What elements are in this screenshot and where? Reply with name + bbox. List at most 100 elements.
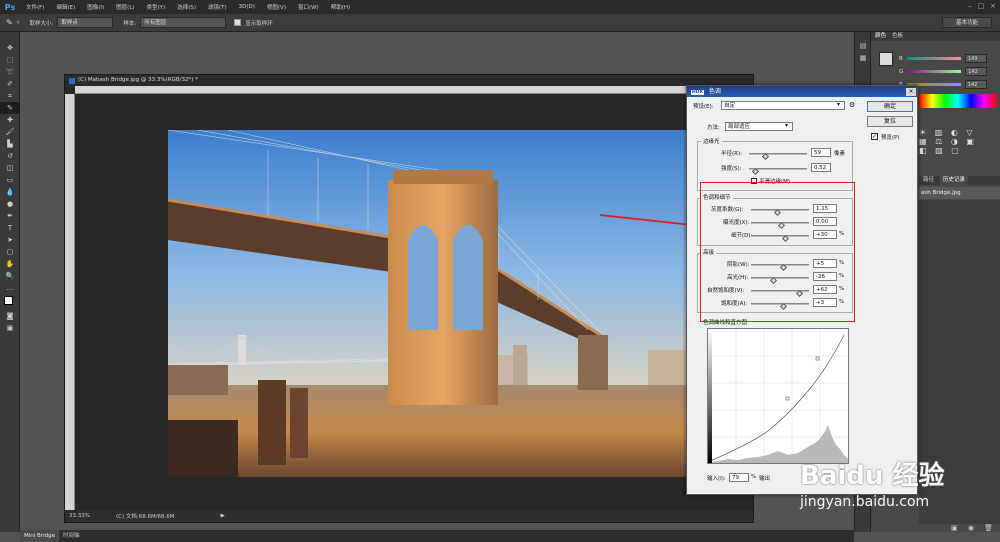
pen-tool-icon[interactable]: ✒ xyxy=(0,210,20,222)
path-select-icon[interactable]: ➤ xyxy=(0,234,20,246)
radius-unit: 像素 xyxy=(834,151,846,157)
adjustment-icons[interactable]: ☀ ▥ ◐ ▽ ▦ ⚖ ◑ ▣ ◧ ▨ ▢ xyxy=(919,128,977,155)
menu-filter[interactable]: 滤镜(T) xyxy=(202,3,233,11)
type-tool-icon[interactable]: T xyxy=(0,222,20,234)
menu-window[interactable]: 窗口(W) xyxy=(292,3,325,11)
menu-layer[interactable]: 图层(L) xyxy=(110,3,140,11)
screen-mode-icon[interactable]: ▣ xyxy=(0,322,20,334)
watermark-url: jingyan.baidu.com xyxy=(800,494,930,510)
status-menu-arrow-icon[interactable]: ▶ xyxy=(221,513,225,519)
g-slider[interactable] xyxy=(907,70,962,73)
preview-label: 预览(P) xyxy=(881,135,900,141)
dialog-close-icon[interactable]: × xyxy=(906,87,916,96)
tab-timeline[interactable]: 时间轴 xyxy=(59,530,84,542)
edge-glow-title[interactable]: 边缘光 xyxy=(701,137,722,145)
method-label: 方法: xyxy=(707,125,720,131)
eyedropper-icon[interactable]: ✎ xyxy=(0,102,20,114)
blur-tool-icon[interactable]: 💧 xyxy=(0,186,20,198)
sample-size-select[interactable]: 取样点 xyxy=(57,17,114,28)
tools-panel: ✥ ⬚ ➰ ✐ ⌗ ✎ ✚ 🖌 ▙ ↺ ◫ ▭ 💧 ● ✒ T ➤ ▢ ✋ 🔍 … xyxy=(0,32,20,532)
history-bottom-icons[interactable]: ▣ ◉ 🗑 xyxy=(951,524,997,532)
history-panel-icon[interactable]: ▤ xyxy=(855,40,871,52)
method-dropdown-arrow-icon[interactable]: ▾ xyxy=(785,122,788,129)
eyedropper-tool-icon[interactable]: ✎ xyxy=(6,18,13,27)
document-tab[interactable]: (C) Mabash Bridge.jpg @ 33.3%(RGB/32*) * xyxy=(65,75,753,86)
preset-options-gear-icon[interactable]: ⚙ xyxy=(849,101,855,109)
radius-value[interactable]: 59 xyxy=(811,148,831,157)
menu-view[interactable]: 视图(V) xyxy=(261,3,292,11)
radius-label: 半径(R): xyxy=(721,151,742,157)
bridge-photo xyxy=(168,130,688,477)
horizontal-ruler[interactable] xyxy=(75,86,753,94)
maximize-icon[interactable]: □ xyxy=(978,2,985,10)
radius-slider[interactable] xyxy=(749,153,807,155)
strength-value[interactable]: 0.52 xyxy=(811,163,831,172)
ps-doc-icon xyxy=(69,77,75,84)
brush-tool-icon[interactable]: 🖌 xyxy=(0,126,20,138)
minimize-icon[interactable]: – xyxy=(968,2,972,10)
menu-help[interactable]: 帮助(H) xyxy=(325,3,356,11)
color-spectrum[interactable] xyxy=(919,94,997,108)
method-select[interactable]: 局部适应 xyxy=(725,122,793,131)
input-unit: % xyxy=(751,474,757,480)
input-label: 输入(I): xyxy=(707,476,726,482)
history-item[interactable]: ash Bridge.jpg xyxy=(919,187,1000,199)
workspace-select[interactable]: 基本功能 xyxy=(942,17,992,28)
move-tool-icon[interactable]: ✥ xyxy=(0,42,20,54)
tab-color[interactable]: 颜色 xyxy=(875,32,886,41)
g-value[interactable]: 142 xyxy=(965,67,988,76)
preset-dropdown-arrow-icon[interactable]: ▾ xyxy=(837,101,840,108)
zoom-level[interactable]: 33.33% xyxy=(69,513,90,519)
eraser-tool-icon[interactable]: ◫ xyxy=(0,162,20,174)
dialog-titlebar[interactable]: HDR 色调 × xyxy=(687,86,917,97)
reset-button[interactable]: 复位 xyxy=(867,116,913,127)
close-icon[interactable]: × xyxy=(990,2,996,10)
hand-tool-icon[interactable]: ✋ xyxy=(0,258,20,270)
output-label: 输出 xyxy=(759,476,771,482)
input-value[interactable]: 79 xyxy=(729,473,749,482)
status-bar: 33.33% (C) 文档:68.6M/68.6M ▶ xyxy=(65,510,753,522)
menu-3d[interactable]: 3D(D) xyxy=(233,4,261,10)
options-bar: ✎ ▾ 取样大小: 取样点 样本: 所有图层 显示取样环 基本功能 xyxy=(0,14,1000,32)
g-label: G xyxy=(899,68,904,75)
photoshop-logo: Ps xyxy=(4,2,16,12)
crop-tool-icon[interactable]: ⌗ xyxy=(0,90,20,102)
tab-paths[interactable]: 路径 xyxy=(923,176,934,185)
vertical-ruler[interactable] xyxy=(65,94,75,510)
properties-panel-icon[interactable]: ▦ xyxy=(855,52,871,64)
sample-select[interactable]: 所有图层 xyxy=(140,17,227,28)
lasso-tool-icon[interactable]: ➰ xyxy=(0,66,20,78)
preview-checkbox[interactable]: ✓ xyxy=(871,133,878,140)
history-panel-tabs: 路径 历史记录 xyxy=(919,176,1000,185)
bottom-panel-bar: Mini Bridge 时间轴 xyxy=(20,530,854,542)
highlight-box xyxy=(700,182,855,322)
r-slider[interactable] xyxy=(906,57,961,60)
preset-select[interactable]: 自定 xyxy=(721,101,845,110)
marquee-tool-icon[interactable]: ⬚ xyxy=(0,54,20,66)
dodge-tool-icon[interactable]: ● xyxy=(0,198,20,210)
ok-button[interactable]: 确定 xyxy=(867,101,913,112)
quick-mask-icon[interactable]: ◙ xyxy=(0,310,20,322)
tab-mini-bridge[interactable]: Mini Bridge xyxy=(20,530,59,542)
menu-edit[interactable]: 编辑(E) xyxy=(50,3,81,11)
tone-curve-graph[interactable] xyxy=(707,328,849,464)
doc-size: (C) 文档:68.6M/68.6M xyxy=(115,514,175,520)
more-tools-icon[interactable]: … xyxy=(0,282,20,294)
menu-image[interactable]: 图像(I) xyxy=(81,3,110,11)
stamp-tool-icon[interactable]: ▙ xyxy=(0,138,20,150)
quick-select-tool-icon[interactable]: ✐ xyxy=(0,78,20,90)
tab-swatches[interactable]: 色板 xyxy=(892,32,903,41)
b-value[interactable]: 142 xyxy=(964,80,987,89)
zoom-tool-icon[interactable]: 🔍 xyxy=(0,270,20,282)
color-swatches[interactable] xyxy=(0,294,19,310)
show-ring-checkbox[interactable] xyxy=(234,19,242,26)
menu-select[interactable]: 选择(S) xyxy=(171,3,202,11)
history-brush-icon[interactable]: ↺ xyxy=(0,150,20,162)
shape-tool-icon[interactable]: ▢ xyxy=(0,246,20,258)
healing-tool-icon[interactable]: ✚ xyxy=(0,114,20,126)
gradient-tool-icon[interactable]: ▭ xyxy=(0,174,20,186)
r-value[interactable]: 149 xyxy=(964,54,987,63)
menu-type[interactable]: 类型(Y) xyxy=(141,3,172,11)
tab-history[interactable]: 历史记录 xyxy=(940,176,969,185)
menu-file[interactable]: 文件(F) xyxy=(20,3,50,11)
